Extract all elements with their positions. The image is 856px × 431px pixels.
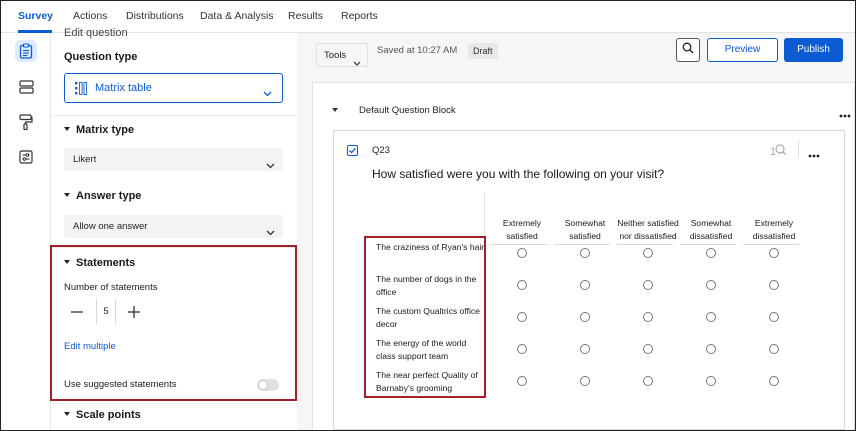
column-header: Somewhat dissatisfied — [689, 218, 733, 241]
column-underline — [491, 244, 547, 245]
answer-radio[interactable] — [643, 312, 653, 322]
question-more-icon[interactable] — [808, 145, 820, 163]
question-type-heading: Question type — [64, 51, 138, 63]
question-select-checkbox[interactable] — [347, 145, 358, 156]
tab-reports[interactable]: Reports — [341, 10, 378, 22]
top-navigation: Survey Actions Distributions Data & Anal… — [1, 1, 855, 33]
column-underline — [617, 244, 673, 245]
matrix-type-value: Likert — [73, 154, 97, 165]
answer-radio[interactable] — [517, 312, 527, 322]
scale-points-toggle[interactable]: Scale points — [64, 409, 141, 421]
block-more-icon[interactable] — [839, 105, 851, 123]
answer-radio[interactable] — [517, 248, 527, 258]
tools-dropdown[interactable]: Tools — [316, 43, 368, 67]
matrix-type-heading: Matrix type — [76, 124, 135, 136]
tab-survey[interactable]: Survey — [18, 10, 53, 22]
question-text[interactable]: How satisfied were you with the followin… — [372, 167, 664, 181]
settings-sliders-icon[interactable] — [15, 146, 37, 168]
app-window: Survey Actions Distributions Data & Anal… — [0, 0, 856, 431]
column-underline — [743, 244, 799, 245]
chevron-down-icon — [353, 53, 361, 71]
tab-data-analysis[interactable]: Data & Analysis — [200, 10, 274, 22]
saved-status: Saved at 10:27 AM — [377, 45, 458, 56]
answer-radio[interactable] — [769, 248, 779, 258]
block-collapse-icon[interactable] — [332, 108, 338, 112]
svg-text:1: 1 — [770, 146, 776, 156]
question-type-value: Matrix table — [95, 82, 152, 94]
draft-badge: Draft — [468, 43, 498, 59]
column-header: Somewhat satisfied — [564, 218, 606, 241]
collapse-caret-icon — [64, 193, 70, 198]
chevron-down-icon — [263, 84, 272, 102]
matrix-table-icon — [75, 81, 88, 100]
answer-radio[interactable] — [769, 344, 779, 354]
question-search-icon[interactable]: 1 — [770, 143, 786, 159]
section-divider — [51, 115, 297, 116]
answer-radio[interactable] — [517, 344, 527, 354]
chevron-down-icon — [266, 223, 275, 241]
answer-radio[interactable] — [580, 248, 590, 258]
paint-roller-icon[interactable] — [15, 111, 37, 133]
column-header: Neither satisfied nor dissatisfied — [617, 218, 679, 241]
answer-radio[interactable] — [643, 376, 653, 386]
panel-title: Edit question — [64, 27, 128, 39]
highlight-box-statement-labels — [364, 236, 486, 398]
left-icon-rail — [1, 33, 51, 430]
answer-radio[interactable] — [643, 248, 653, 258]
tab-actions[interactable]: Actions — [73, 10, 107, 22]
column-underline — [680, 244, 736, 245]
scale-points-heading: Scale points — [76, 409, 141, 421]
answer-radio[interactable] — [706, 248, 716, 258]
column-underline — [554, 244, 610, 245]
answer-radio[interactable] — [769, 280, 779, 290]
answer-type-heading: Answer type — [76, 190, 142, 202]
answer-radio[interactable] — [769, 312, 779, 322]
matrix-type-select[interactable]: Likert — [64, 148, 283, 171]
survey-clipboard-icon[interactable] — [15, 40, 37, 62]
toolbar-divider — [798, 140, 799, 158]
answer-type-select[interactable]: Allow one answer — [64, 215, 283, 238]
answer-radio[interactable] — [517, 280, 527, 290]
search-icon — [682, 41, 694, 59]
answer-radio[interactable] — [769, 376, 779, 386]
collapse-caret-icon — [64, 412, 70, 417]
answer-type-value: Allow one answer — [73, 221, 148, 232]
answer-radio[interactable] — [580, 344, 590, 354]
column-header: Extremely dissatisfied — [752, 218, 796, 241]
answer-radio[interactable] — [643, 280, 653, 290]
answer-radio[interactable] — [580, 280, 590, 290]
chevron-down-icon — [266, 156, 275, 174]
collapse-caret-icon — [64, 127, 70, 132]
answer-radio[interactable] — [580, 376, 590, 386]
answer-radio[interactable] — [580, 312, 590, 322]
answer-radio[interactable] — [706, 312, 716, 322]
tab-distributions[interactable]: Distributions — [126, 10, 184, 22]
publish-button[interactable]: Publish — [784, 38, 843, 62]
blocks-icon[interactable] — [15, 76, 37, 98]
matrix-type-toggle[interactable]: Matrix type — [64, 124, 134, 136]
answer-type-toggle[interactable]: Answer type — [64, 190, 141, 202]
block-title: Default Question Block — [359, 105, 456, 116]
answer-radio[interactable] — [706, 344, 716, 354]
tools-label: Tools — [324, 50, 347, 61]
column-header: Extremely satisfied — [502, 218, 542, 241]
question-id: Q23 — [372, 145, 390, 156]
answer-radio[interactable] — [706, 376, 716, 386]
question-type-select[interactable]: Matrix table — [64, 73, 283, 103]
section-divider — [51, 403, 297, 404]
highlight-box-statements — [50, 245, 297, 401]
tab-results[interactable]: Results — [288, 10, 323, 22]
answer-radio[interactable] — [706, 280, 716, 290]
preview-button[interactable]: Preview — [707, 38, 778, 62]
search-button[interactable] — [676, 38, 700, 62]
answer-radio[interactable] — [643, 344, 653, 354]
answer-radio[interactable] — [517, 376, 527, 386]
